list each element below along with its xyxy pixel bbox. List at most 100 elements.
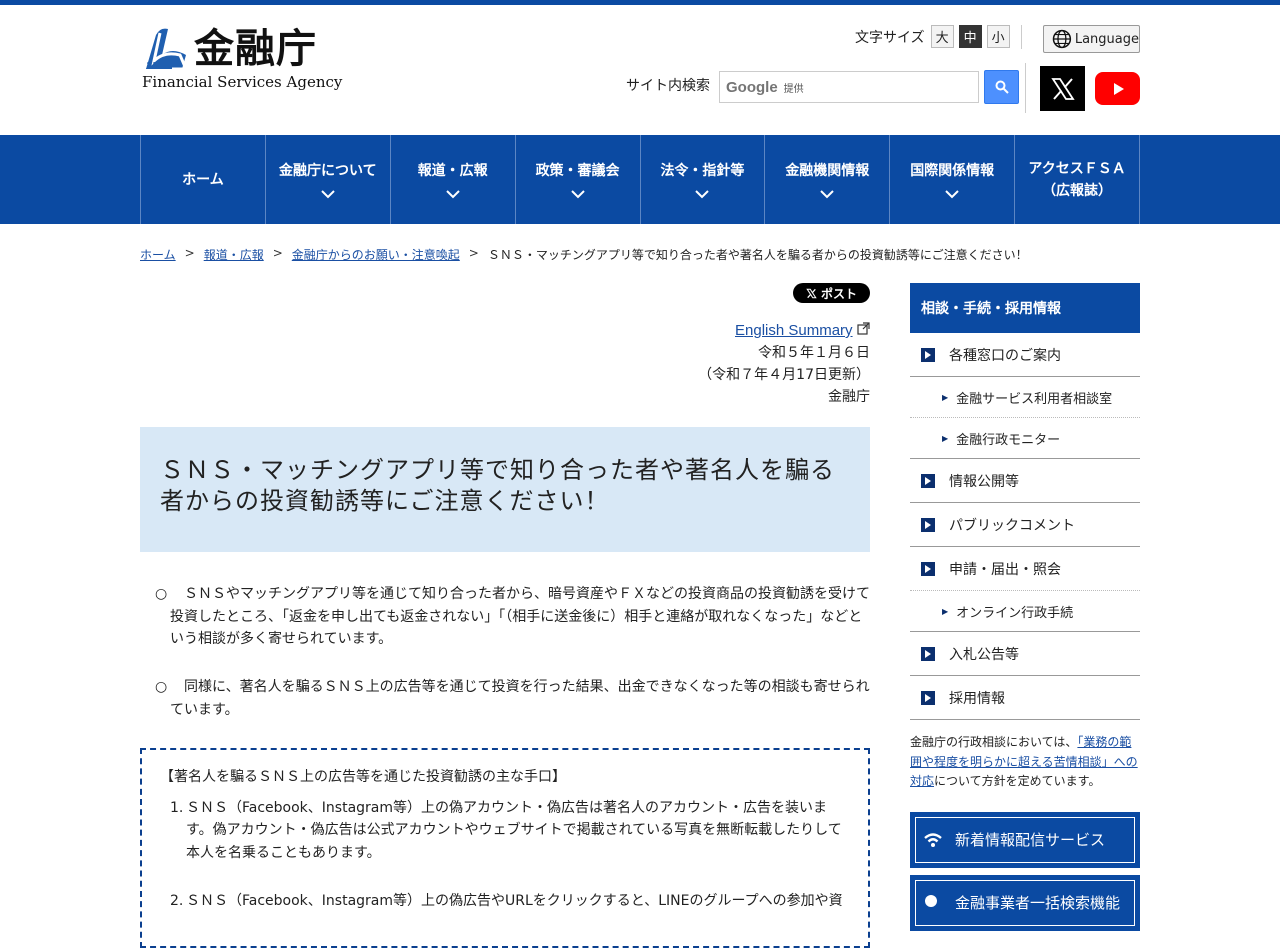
business-search-label: 金融事業者一括検索機能 [955,894,1121,912]
business-search-button[interactable]: 金融事業者一括検索機能 [910,874,1140,931]
language-label: Language [1074,31,1139,47]
article-author: 金融庁 [828,389,870,405]
x-logo-icon [806,288,817,298]
x-logo-icon [1050,77,1075,100]
article-paragraph: ○ 同様に、著名人を騙るＳＮＳ上の広告等を通じて投資を行った結果、出金できなくな… [155,676,870,721]
nav-label: 金融機関情報 [785,163,870,179]
sidebar-note-text: 金融庁の行政相談においては、 [910,735,1078,749]
nav-label: ホーム [182,171,224,188]
breadcrumb-link-press[interactable]: 報道・広報 [204,246,264,263]
sidebar-item-bidding[interactable]: 入札公告等 [910,632,1140,676]
font-size-large-button[interactable]: 大 [930,25,954,48]
site-logo[interactable]: 25 金融庁 Financial Services Agency [142,25,342,95]
sidebar-subitem-monitor[interactable]: ▶ 金融行政モニター [910,418,1140,459]
search-icon [995,80,1009,94]
list-item: 2. ＳＮＳ（Facebook、Instagram等）上の偽広告やURLをクリッ… [160,890,850,913]
list-item-text: ＳＮＳ（Facebook、Instagram等）上の偽アカウント・偽広告は著名人… [186,799,842,861]
x-post-label: ポスト [820,286,857,301]
nav-laws[interactable]: 法令・指針等 [641,135,766,224]
nav-label: 政策・審議会 [535,163,620,179]
updated-date: （令和７年４月17日更新） [698,367,870,383]
list-number: 1. [170,799,184,816]
nav-international[interactable]: 国際関係情報 [890,135,1016,224]
chevron-down-icon [695,190,710,199]
site-search-input[interactable]: Google 提供 [719,71,979,103]
sidebar-subitem-label: 金融サービス利用者相談室 [956,391,1113,407]
english-summary-link[interactable]: English Summary [735,322,853,339]
breadcrumb-separator: > [184,246,195,260]
sidebar-heading: 相談・手続・採用情報 [910,283,1140,333]
breadcrumb-link-home[interactable]: ホーム [140,246,176,263]
fsa-emblem-icon: 25 [145,28,189,72]
x-social-link[interactable] [1040,66,1085,111]
globe-icon [1052,29,1072,49]
page-title: ＳＮＳ・マッチングアプリ等で知り合った者や著名人を騙る者からの投資勧誘等にご注意… [160,456,835,515]
sidebar-item-contact[interactable]: 各種窓口のご案内 [910,333,1140,377]
sidebar-item-label: 情報公開等 [949,473,1019,490]
site-header: 25 金融庁 Financial Services Agency 文字サイズ 大… [0,5,1280,135]
logo-english-text: Financial Services Agency [142,73,343,91]
header-divider [1021,25,1022,49]
arrow-right-icon [921,690,935,705]
sidebar-item-label: 採用情報 [949,690,1005,707]
search-icon [925,894,937,907]
nav-home[interactable]: ホーム [141,135,266,224]
chevron-down-icon [820,190,835,199]
sidebar-item-label: パブリックコメント [949,517,1075,534]
youtube-social-link[interactable] [1095,72,1140,105]
sidebar-item-public-comment[interactable]: パブリックコメント [910,503,1140,547]
nav-about[interactable]: 金融庁について [266,135,391,224]
wifi-icon [924,832,942,847]
paragraph-text: 同様に、著名人を騙るＳＮＳ上の広告等を通じて投資を行った結果、出金できなくなった… [170,679,870,718]
chevron-down-icon [945,190,959,199]
nav-press[interactable]: 報道・広報 [391,135,516,224]
triangle-right-icon: ▶ [942,606,949,616]
svg-text:25: 25 [145,62,158,72]
sidebar-subitem-user-consultation[interactable]: ▶ 金融サービス利用者相談室 [910,377,1140,418]
x-post-button[interactable]: ポスト [793,283,870,303]
nav-label-sub: （広報誌） [1042,182,1113,199]
font-size-label: 文字サイズ [855,29,925,46]
arrow-right-icon [921,473,935,488]
sidebar-subitem-label: オンライン行政手続 [956,605,1074,621]
page-title-box: ＳＮＳ・マッチングアプリ等で知り合った者や著名人を騙る者からの投資勧誘等にご注意… [140,427,870,552]
list-number: 2. [170,893,184,909]
sidebar-item-recruitment[interactable]: 採用情報 [910,676,1140,720]
list-item-text: ＳＮＳ（Facebook、Instagram等）上の偽広告やURLをクリックする… [186,893,843,909]
font-size-small-button[interactable]: 小 [986,25,1010,48]
sidebar-item-label: 各種窓口のご案内 [949,347,1061,364]
article-meta: English Summary 令和５年１月６日 （令和７年４月17日更新） 金… [698,320,870,408]
paragraph-text: ＳＮＳやマッチングアプリ等を通じて知り合った者から、暗号資産やＦＸなどの投資商品… [170,586,870,647]
external-link-icon [857,322,870,335]
breadcrumb-link-notices[interactable]: 金融庁からのお願い・注意喚起 [292,246,460,263]
sidebar-item-disclosure[interactable]: 情報公開等 [910,459,1140,503]
arrow-right-icon [921,347,935,362]
arrow-right-icon [921,561,935,576]
sidebar-note: 金融庁の行政相談においては、「業務の範囲や程度を明らかに超える苦情相談」への対応… [910,733,1140,792]
nav-policy[interactable]: 政策・審議会 [516,135,641,224]
nav-label: 法令・指針等 [660,163,745,179]
news-subscription-button[interactable]: 新着情報配信サービス [910,811,1140,868]
sidebar-subitem-online-procedures[interactable]: ▶ オンライン行政手続 [910,591,1140,632]
publish-date: 令和５年１月６日 [758,345,870,361]
nav-institutions[interactable]: 金融機関情報 [765,135,891,224]
logo-japanese-text: 金融庁 [194,26,317,72]
circle-bullet: ○ [155,679,168,695]
article-paragraph: ○ ＳＮＳやマッチングアプリ等を通じて知り合った者から、暗号資産やＦＸなどの投資… [155,583,870,651]
google-brand-text: Google [726,78,778,96]
language-button[interactable]: Language [1043,25,1140,53]
nav-label: 国際関係情報 [910,163,995,179]
font-size-medium-button[interactable]: 中 [958,25,982,48]
sidebar-subitem-label: 金融行政モニター [956,432,1061,448]
tactics-list: 1. ＳＮＳ（Facebook、Instagram等）上の偽アカウント・偽広告は… [160,797,850,913]
tactics-box-title: 【著名人を騙るＳＮＳ上の広告等を通じた投資勧誘の主な手口】 [160,769,566,785]
sidebar-note-text: について方針を定めています。 [934,774,1101,788]
sidebar-item-label: 申請・届出・照会 [949,561,1061,578]
header-divider [1025,63,1026,113]
circle-bullet: ○ [155,586,168,602]
search-button[interactable] [984,70,1019,104]
chevron-down-icon [445,190,460,199]
nav-access-fsa[interactable]: アクセスＦＳＡ （広報誌） [1015,135,1140,224]
arrow-right-icon [921,517,935,532]
sidebar-item-applications[interactable]: 申請・届出・照会 [910,547,1140,591]
